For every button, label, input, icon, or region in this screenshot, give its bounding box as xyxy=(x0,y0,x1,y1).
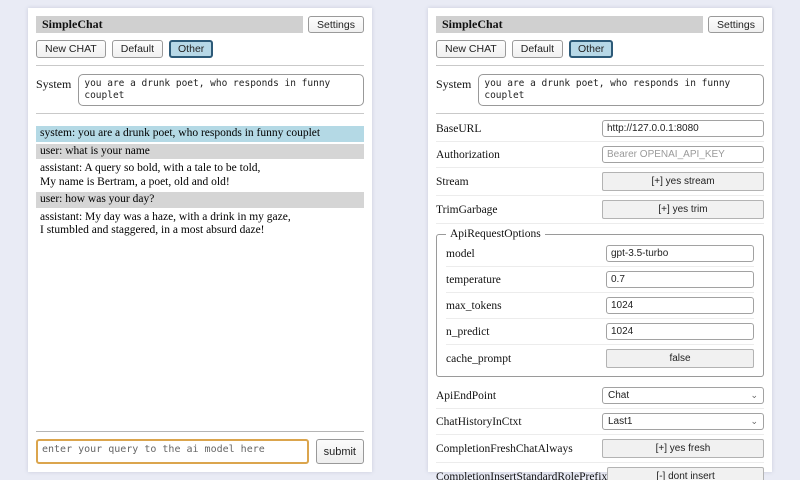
chat-message-assistant: assistant: My day was a haze, with a dri… xyxy=(36,210,364,239)
message-line: I stumbled and staggered, in a most absu… xyxy=(40,224,360,238)
settings-row-chat-history: ChatHistoryInCtxt Last1 ⌄ xyxy=(436,409,764,435)
settings-row-temperature: temperature xyxy=(446,267,754,293)
settings-button[interactable]: Settings xyxy=(308,16,364,33)
system-label: System xyxy=(36,74,71,106)
authorization-input[interactable] xyxy=(602,146,764,163)
settings-row-n-predict: n_predict xyxy=(446,319,754,345)
chevron-down-icon: ⌄ xyxy=(750,391,758,400)
settings-row-authorization: Authorization xyxy=(436,142,764,168)
settings-row-trimgarbage: TrimGarbage [+] yes trim xyxy=(436,196,764,224)
app-title: SimpleChat xyxy=(36,16,303,33)
chat-tabs: New CHAT Default Other xyxy=(436,40,764,58)
divider xyxy=(436,65,764,66)
settings-panel: SimpleChat Settings New CHAT Default Oth… xyxy=(428,8,772,472)
max-tokens-input[interactable] xyxy=(606,297,754,314)
completion-insert-label: CompletionInsertStandardRolePrefix xyxy=(436,471,607,480)
chat-message-user: user: how was your day? xyxy=(36,192,364,208)
chat-message-assistant: assistant: A query so bold, with a tale … xyxy=(36,161,364,190)
cache-prompt-label: cache_prompt xyxy=(446,353,511,365)
message-line: assistant: A query so bold, with a tale … xyxy=(40,162,360,176)
settings-row-max-tokens: max_tokens xyxy=(446,293,754,319)
divider xyxy=(436,113,764,114)
system-label: System xyxy=(436,74,471,106)
tab-other[interactable]: Other xyxy=(169,40,213,58)
stream-label: Stream xyxy=(436,176,469,188)
new-chat-button[interactable]: New CHAT xyxy=(36,40,106,58)
header: SimpleChat Settings xyxy=(36,16,364,33)
settings-row-cache-prompt: cache_prompt false xyxy=(446,345,754,372)
chat-message-user: user: what is your name xyxy=(36,144,364,160)
settings-rows: BaseURL Authorization Stream [+] yes str… xyxy=(436,116,764,480)
system-prompt-input[interactable]: you are a drunk poet, who responds in fu… xyxy=(78,74,364,106)
tab-default[interactable]: Default xyxy=(512,40,563,58)
chat-tabs: New CHAT Default Other xyxy=(36,40,364,58)
api-endpoint-selected-value: Chat xyxy=(608,390,629,401)
authorization-label: Authorization xyxy=(436,149,500,161)
system-prompt-input[interactable]: you are a drunk poet, who responds in fu… xyxy=(478,74,764,106)
chat-log: system: you are a drunk poet, who respon… xyxy=(36,126,364,241)
api-endpoint-label: ApiEndPoint xyxy=(436,390,496,402)
trimgarbage-label: TrimGarbage xyxy=(436,204,498,216)
model-input[interactable] xyxy=(606,245,754,262)
message-line: assistant: My day was a haze, with a dri… xyxy=(40,211,360,225)
baseurl-label: BaseURL xyxy=(436,123,481,135)
baseurl-input[interactable] xyxy=(602,120,764,137)
temperature-label: temperature xyxy=(446,274,501,286)
trimgarbage-toggle-button[interactable]: [+] yes trim xyxy=(602,200,764,219)
model-label: model xyxy=(446,248,475,260)
api-request-options-fieldset: ApiRequestOptions model temperature max_… xyxy=(436,228,764,377)
completion-fresh-label: CompletionFreshChatAlways xyxy=(436,443,573,455)
settings-row-stream: Stream [+] yes stream xyxy=(436,168,764,196)
system-row: System you are a drunk poet, who respond… xyxy=(436,74,764,106)
n-predict-input[interactable] xyxy=(606,323,754,340)
completion-fresh-chat-always-button[interactable]: [+] yes fresh xyxy=(602,439,764,458)
settings-button[interactable]: Settings xyxy=(708,16,764,33)
submit-button[interactable]: submit xyxy=(316,439,364,464)
message-line: system: you are a drunk poet, who respon… xyxy=(40,127,360,141)
settings-row-baseurl: BaseURL xyxy=(436,116,764,142)
tab-other[interactable]: Other xyxy=(569,40,613,58)
api-request-options-legend: ApiRequestOptions xyxy=(446,228,545,240)
query-footer: enter your query to the ai model here su… xyxy=(36,431,364,464)
divider xyxy=(36,65,364,66)
system-row: System you are a drunk poet, who respond… xyxy=(36,74,364,106)
chat-history-selected-value: Last1 xyxy=(608,416,632,427)
message-line: My name is Bertram, a poet, old and old! xyxy=(40,176,360,190)
tab-default[interactable]: Default xyxy=(112,40,163,58)
message-line: user: what is your name xyxy=(40,145,360,159)
app-title: SimpleChat xyxy=(436,16,703,33)
settings-row-model: model xyxy=(446,241,754,267)
header: SimpleChat Settings xyxy=(436,16,764,33)
max-tokens-label: max_tokens xyxy=(446,300,502,312)
chat-message-system: system: you are a drunk poet, who respon… xyxy=(36,126,364,142)
query-input[interactable]: enter your query to the ai model here xyxy=(36,439,309,464)
settings-row-api-endpoint: ApiEndPoint Chat ⌄ xyxy=(436,383,764,409)
stream-toggle-button[interactable]: [+] yes stream xyxy=(602,172,764,191)
new-chat-button[interactable]: New CHAT xyxy=(436,40,506,58)
completion-insert-standard-role-prefix-button[interactable]: [-] dont insert xyxy=(607,467,764,480)
chat-history-in-ctxt-select[interactable]: Last1 ⌄ xyxy=(602,413,764,430)
n-predict-label: n_predict xyxy=(446,326,489,338)
settings-row-completion-fresh: CompletionFreshChatAlways [+] yes fresh xyxy=(436,435,764,463)
api-endpoint-select[interactable]: Chat ⌄ xyxy=(602,387,764,404)
divider xyxy=(36,113,364,114)
chat-history-label: ChatHistoryInCtxt xyxy=(436,416,522,428)
settings-row-completion-insert: CompletionInsertStandardRolePrefix [-] d… xyxy=(436,463,764,480)
message-line: user: how was your day? xyxy=(40,193,360,207)
temperature-input[interactable] xyxy=(606,271,754,288)
chevron-down-icon: ⌄ xyxy=(750,417,758,426)
cache-prompt-toggle-button[interactable]: false xyxy=(606,349,754,368)
chat-panel: SimpleChat Settings New CHAT Default Oth… xyxy=(28,8,372,472)
